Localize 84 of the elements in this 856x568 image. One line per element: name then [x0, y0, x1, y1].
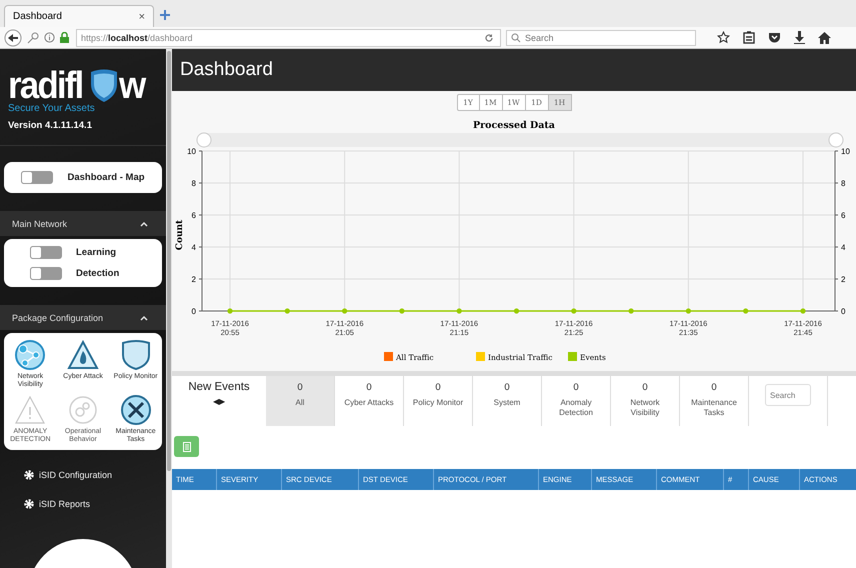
y-axis-label: Count — [175, 220, 185, 250]
data-point — [800, 308, 806, 314]
search-field[interactable]: Search — [506, 30, 696, 46]
chevron-icon[interactable] — [140, 220, 148, 226]
events-title: New Events — [188, 381, 250, 393]
pocket-icon[interactable] — [768, 32, 781, 44]
y-tick-label: 6 — [192, 211, 196, 220]
logo-text: radifl — [8, 69, 82, 103]
close-tab-button[interactable]: × — [138, 10, 145, 22]
data-point — [227, 308, 233, 314]
y-tick-label: 4 — [192, 243, 196, 252]
data-point — [399, 308, 404, 314]
legend-swatch — [476, 352, 485, 361]
y-tick-label: 8 — [841, 179, 846, 188]
home-icon[interactable] — [818, 32, 831, 44]
chevron-icon[interactable] — [140, 314, 148, 320]
legend-swatch — [384, 352, 393, 361]
address-field[interactable]: https://localhost/dashboard — [76, 28, 501, 46]
data-point — [628, 308, 634, 314]
chart-title: Processed Data — [473, 120, 555, 131]
section-header[interactable]: Main Network — [0, 211, 166, 236]
reload-icon[interactable] — [484, 32, 494, 42]
event-category-tab[interactable]: 0 Cyber Attacks — [335, 376, 404, 426]
download-icon[interactable] — [794, 31, 805, 44]
legend-swatch — [568, 352, 577, 361]
tagline: Secure Your Assets — [7, 103, 96, 114]
browser-tab[interactable]: Dashboard × — [4, 5, 154, 27]
gear-icon — [24, 470, 34, 480]
toggle-label: Dashboard - Map — [67, 172, 145, 183]
shield-logo-icon — [88, 69, 119, 103]
y-tick-label: 10 — [187, 147, 196, 156]
tab-title: Dashboard — [13, 11, 62, 22]
toggle-switch[interactable] — [30, 267, 62, 280]
toggle-label: Learning — [76, 247, 116, 258]
scrollbar-thumb[interactable] — [167, 51, 171, 471]
y-tick-label: 4 — [841, 243, 846, 252]
y-tick-label: 0 — [192, 307, 196, 316]
page-title: Dashboard — [180, 59, 273, 81]
y-tick-label: 6 — [841, 211, 846, 220]
data-point — [743, 308, 748, 314]
toggle-switch[interactable] — [21, 171, 54, 184]
tools-icon[interactable] — [120, 394, 152, 426]
section-title: Package Configuration — [12, 312, 104, 322]
shield-icon[interactable] — [120, 339, 152, 371]
flame-warning-icon[interactable] — [66, 339, 99, 371]
y-tick-label: 0 — [841, 307, 846, 316]
data-point — [342, 308, 348, 314]
event-category-tab[interactable]: 0 Policy Monitor — [404, 376, 473, 426]
event-category-tab[interactable]: 0 System — [473, 376, 542, 426]
info-icon[interactable] — [44, 32, 55, 43]
star-icon[interactable] — [717, 31, 730, 44]
toggle-switch[interactable] — [30, 246, 62, 259]
document-icon — [182, 442, 190, 452]
gear-icon — [24, 499, 34, 510]
toggle-label: Detection — [76, 268, 120, 279]
search-icon — [511, 32, 521, 42]
y-tick-label: 8 — [192, 179, 196, 188]
previous-arrow[interactable]: ◀ — [213, 397, 219, 406]
y-tick-label: 2 — [841, 275, 846, 284]
data-point — [514, 308, 520, 314]
clipboard-icon[interactable] — [743, 31, 755, 44]
lock-icon — [60, 32, 69, 43]
logo-text-end: w — [118, 69, 144, 103]
data-point — [456, 308, 462, 314]
data-point — [284, 308, 290, 314]
data-point — [686, 308, 691, 314]
event-category-tab[interactable]: 0 Maintenance Tasks — [680, 376, 749, 426]
version-label: Version 4.1.11.14.1 — [7, 119, 93, 131]
data-point — [571, 308, 576, 314]
y-tick-label: 10 — [841, 147, 850, 156]
url-text: https://localhost/dashboard — [81, 32, 193, 42]
back-icon[interactable] — [4, 28, 22, 46]
next-arrow[interactable]: ▶ — [219, 397, 225, 406]
event-category-tab[interactable]: 0 Anomaly Detection — [542, 376, 611, 426]
sidebar-link[interactable]: iSID Configuration — [0, 470, 166, 480]
section-header[interactable]: Package Configuration — [0, 305, 166, 330]
section-title: Main Network — [12, 218, 68, 228]
search-field[interactable]: Search — [765, 384, 811, 406]
y-tick-label: 2 — [192, 275, 196, 284]
event-category-tab[interactable]: 0 All — [266, 376, 335, 426]
event-category-tab[interactable]: 0 Network Visibility — [611, 376, 680, 426]
network-nodes-icon[interactable] — [14, 339, 46, 371]
sidebar-link[interactable]: iSID Reports — [0, 499, 166, 510]
new-tab-icon[interactable] — [160, 10, 170, 20]
